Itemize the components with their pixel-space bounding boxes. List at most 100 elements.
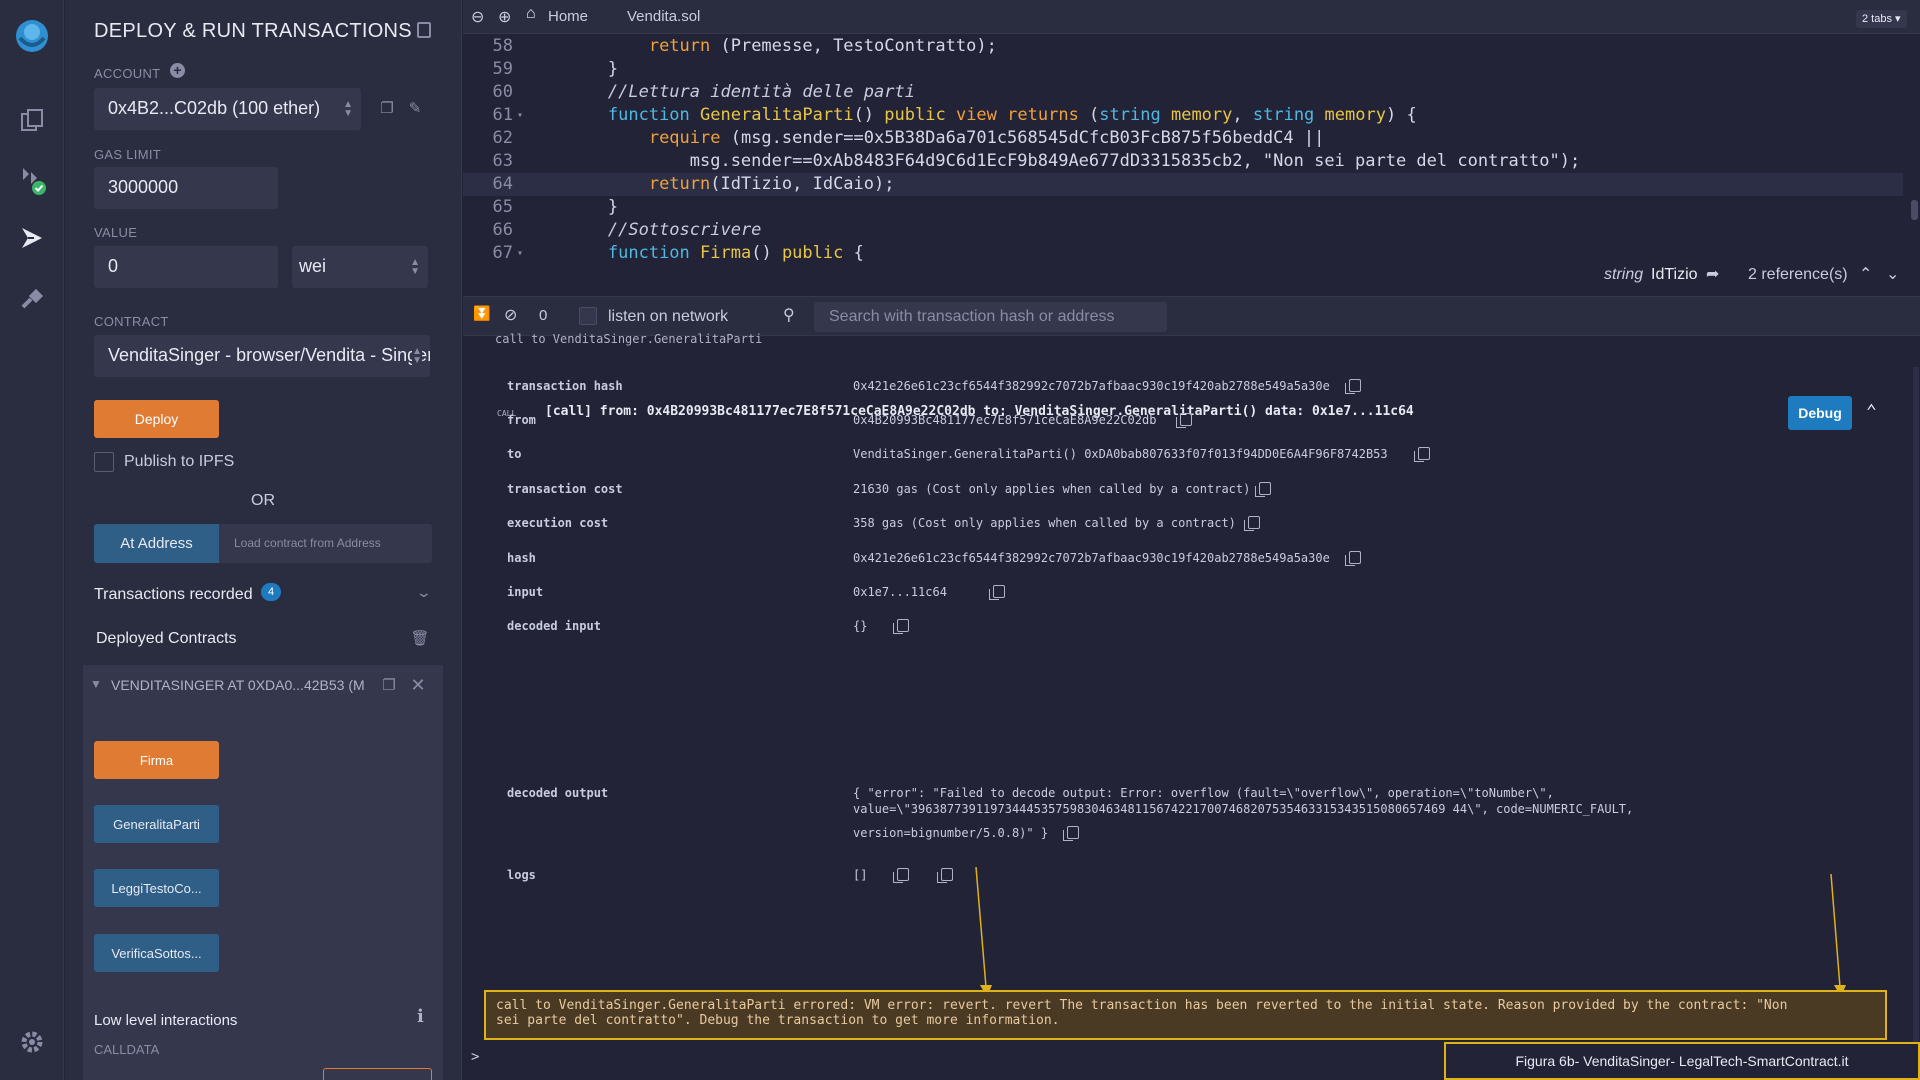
code-line[interactable]: 66 //Sottoscrivere [463, 219, 1903, 242]
goto-definition-icon[interactable]: ➦ [1706, 264, 1719, 284]
code-token: (IdTizio, IdCaio); [710, 174, 895, 194]
code-token: returns [1007, 105, 1079, 125]
code-text: //Lettura identità delle parti [526, 81, 915, 104]
or-label: OR [251, 492, 275, 509]
code-token: function [607, 105, 690, 125]
settings-icon[interactable] [16, 1026, 48, 1058]
deploy-button[interactable]: Deploy [94, 400, 219, 438]
tab-home[interactable]: Home [548, 8, 588, 25]
tabs-count-dropdown[interactable]: 2 tabs ▾ [1856, 10, 1907, 28]
function-button-verificasottos[interactable]: VerificaSottos... [94, 934, 219, 972]
code-token: string [1099, 105, 1161, 125]
contract-value: VenditaSinger - browser/Vendita - Singer [108, 345, 430, 365]
function-button-generalitaparti[interactable]: GeneralitaParti [94, 805, 219, 843]
load-contract-input[interactable]: Load contract from Address [219, 524, 432, 563]
line-number: 66 [492, 220, 513, 240]
line-number: 65 [492, 197, 513, 217]
collapse-chevron-icon[interactable]: ▼ [90, 677, 102, 691]
add-account-icon[interactable]: + [170, 63, 185, 78]
line-number: 64 [492, 174, 513, 194]
code-line[interactable]: 65 } [463, 196, 1903, 219]
transact-button[interactable] [323, 1068, 432, 1080]
remix-logo-icon[interactable] [12, 16, 52, 56]
editor-topbar: ⊖ ⊕ ⌂ Home Vendita.sol 2 tabs ▾ [463, 0, 1920, 34]
code-text: function GeneralitaParti() public view r… [526, 104, 1417, 127]
code-line[interactable]: 58 return (Premesse, TestoContratto); [463, 35, 1903, 58]
contract-select[interactable]: VenditaSinger - browser/Vendita - Singer… [94, 335, 430, 377]
close-icon[interactable]: ✕ [410, 675, 426, 695]
value-unit-select[interactable]: wei ▲ ▼ [292, 246, 428, 288]
documentation-icon[interactable] [417, 22, 431, 38]
home-icon: ⌂ [526, 5, 536, 22]
plugin-manager-icon[interactable] [16, 282, 48, 314]
copy-address-icon[interactable]: ❐ [381, 677, 397, 694]
code-token: (Premesse, TestoContratto); [710, 36, 997, 56]
error-message-box: call to VenditaSinger.GeneralitaParti er… [484, 990, 1887, 1040]
select-arrows-icon: ▲ ▼ [412, 346, 422, 366]
code-text: require (msg.sender==0x5B38Da6a701c56854… [526, 127, 1325, 150]
deploy-run-icon[interactable] [16, 222, 48, 254]
account-select[interactable]: 0x4B2...C02db (100 ether) ▲ ▼ [94, 88, 361, 130]
code-line[interactable]: 59 } [463, 58, 1903, 81]
gas-limit-input[interactable]: 3000000 [94, 167, 278, 209]
editor-statusbar: string IdTizio ➦ 2 reference(s) ⌃ ⌄ [463, 262, 1920, 288]
compiler-icon[interactable] [16, 164, 48, 196]
toggle-terminal-icon[interactable]: ⏬ [473, 305, 490, 322]
info-icon[interactable]: i [417, 1006, 424, 1027]
listen-network-checkbox[interactable] [579, 307, 597, 325]
code-lines[interactable]: 58 return (Premesse, TestoContratto); 59 … [463, 35, 1903, 265]
at-address-button[interactable]: At Address [94, 524, 219, 563]
file-explorer-icon[interactable] [16, 104, 48, 136]
terminal-toolbar: ⏬ ⊘ 0 listen on network ⚲ Search with tr… [463, 296, 1920, 336]
code-line[interactable]: 62 require (msg.sender==0x5B38Da6a701c56… [463, 127, 1903, 150]
fold-arrow-icon[interactable]: ▾ [517, 104, 523, 127]
sign-message-icon[interactable]: ✎ [407, 100, 423, 117]
chevron-up-icon[interactable]: ⌃ [1859, 264, 1872, 284]
value-input[interactable]: 0 [94, 246, 278, 288]
code-token: string [1252, 105, 1315, 125]
code-line[interactable]: 63 msg.sender==0xAb8483F64d9C6d1EcF9b849… [463, 150, 1903, 173]
transactions-count-badge: 4 [261, 583, 281, 601]
code-line[interactable]: 64 return(IdTizio, IdCaio); [463, 173, 1903, 196]
error-line-1: call to VenditaSinger.GeneralitaParti er… [496, 998, 1788, 1013]
function-button-leggitesto[interactable]: LeggiTestoCo... [94, 869, 219, 907]
zoom-out-icon[interactable]: ⊖ [471, 7, 484, 27]
value-unit: wei [299, 256, 327, 276]
account-label: ACCOUNT [94, 66, 161, 81]
code-line[interactable]: 61 ▾ function GeneralitaParti() public vi… [463, 104, 1903, 127]
function-button-firma[interactable]: Firma [94, 741, 219, 779]
value-label: VALUE [94, 225, 138, 240]
copy-account-icon[interactable]: ❐ [379, 100, 395, 117]
code-token: () [853, 105, 885, 125]
icon-rail [0, 0, 64, 1080]
zoom-in-icon[interactable]: ⊕ [498, 7, 511, 27]
contract-label: CONTRACT [94, 314, 169, 329]
tab-vendita-sol[interactable]: Vendita.sol [627, 8, 700, 25]
deployed-instance-label: VENDITASINGER AT 0XDA0...42B53 (M [111, 677, 365, 693]
terminal-search-input[interactable]: Search with transaction hash or address [814, 302, 1167, 332]
code-text: } [526, 196, 618, 219]
trash-icon[interactable]: 🗑 [410, 630, 429, 647]
line-number: 61 [492, 105, 513, 125]
editor-scrollbar[interactable] [1911, 200, 1918, 220]
code-token: ) { [1385, 105, 1417, 125]
select-arrows-icon: ▲ ▼ [343, 99, 353, 119]
code-line[interactable]: 60 //Lettura identità delle parti [463, 81, 1903, 104]
terminal-prompt[interactable]: > [471, 1049, 479, 1065]
code-text: //Sottoscrivere [526, 219, 762, 242]
code-text: return(IdTizio, IdCaio); [526, 173, 895, 196]
chevron-down-icon[interactable]: ⌄ [1886, 264, 1899, 284]
clear-console-icon[interactable]: ⊘ [504, 305, 517, 325]
line-number: 58 [492, 36, 513, 56]
code-token: msg.sender==0xAb8483F64d9C6d1EcF9b849Ae6… [526, 151, 1581, 171]
code-token: memory [1324, 105, 1386, 125]
publish-ipfs-checkbox[interactable] [94, 452, 114, 472]
calldata-input[interactable] [94, 1068, 314, 1080]
debug-button[interactable]: Debug [1788, 396, 1852, 430]
chevron-down-icon[interactable]: ⌄ [416, 584, 432, 601]
